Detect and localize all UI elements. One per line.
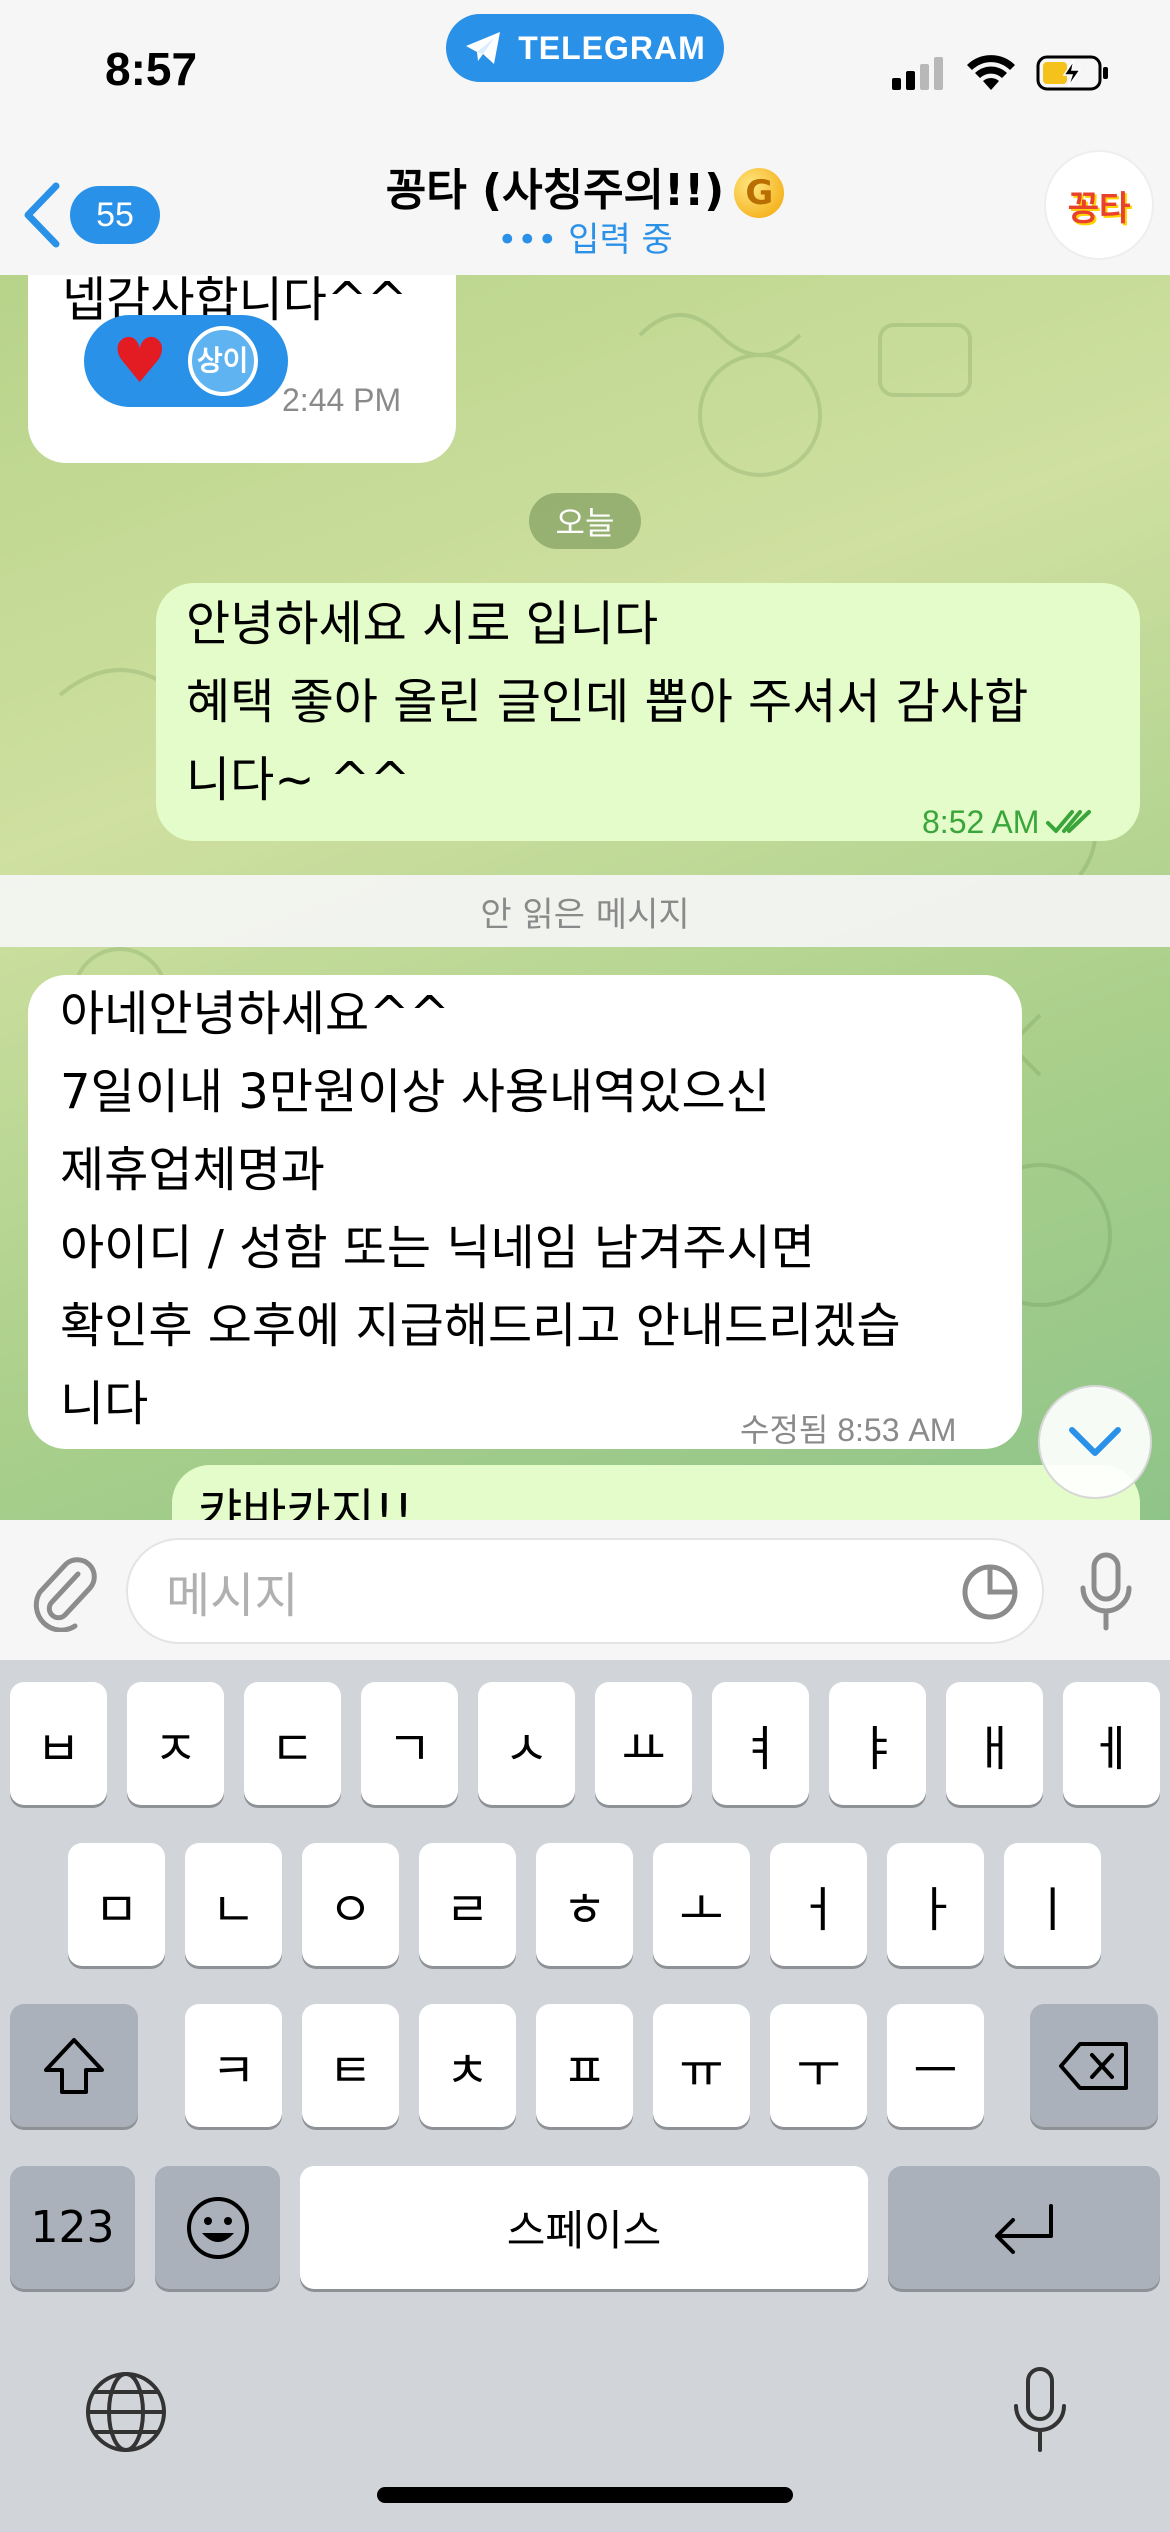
telegram-pill-label: TELEGRAM [518,29,706,66]
chat-area[interactable]: 넵감사합니다^^ ♥ 상이 2:44 PM 오늘 안녕하세요 시로 입니다 혜택… [0,275,1170,1520]
reactor-avatar: 상이 [187,326,258,396]
key[interactable]: ㅛ [595,1682,692,1805]
key[interactable]: ㄹ [419,1843,516,1966]
backspace-key[interactable] [1030,2004,1158,2127]
message-line: 니다~ ^^ [186,752,411,808]
key[interactable]: ㅓ [770,1843,867,1966]
key[interactable]: ㅕ [712,1682,809,1805]
message-line: 7일이내 3만원이상 사용내역있으신 [60,1064,770,1120]
message-time-text: 8:52 AM [922,804,1040,840]
key[interactable]: ㅣ [1004,1843,1101,1966]
message-text: 캬바카지!! [198,1484,414,1520]
unread-messages-divider: 안 읽은 메시지 [0,875,1170,947]
message-line: 혜택 좋아 올린 글인데 뽑아 주셔서 감사합 [186,674,1029,730]
key[interactable]: ㅜ [770,2004,867,2127]
key[interactable]: ㅂ [10,1682,107,1805]
return-key[interactable] [888,2166,1160,2289]
shift-key[interactable] [10,2004,138,2127]
message-time: 8:52 AM [922,783,1093,861]
cellular-signal-icon [892,57,943,90]
incoming-message-bubble[interactable]: 넵감사합니다^^ ♥ 상이 2:44 PM [28,275,456,463]
incoming-message-bubble[interactable]: 아네안녕하세요^^ 7일이내 3만원이상 사용내역있으신 제휴업체명과 아이디 … [28,975,1022,1449]
emoji-smiley-icon [186,2196,249,2259]
chat-header: 55 꽁타 (사칭주의!!) G ••• 입력 중 꽁타 [0,140,1170,275]
key[interactable]: ㅑ [829,1682,926,1805]
gold-g-badge-icon: G [734,168,785,218]
chevron-down-icon [1069,1427,1121,1456]
shift-arrow-icon [44,2037,104,2094]
message-line: 아네안녕하세요^^ [60,986,450,1042]
key[interactable]: ㅅ [478,1682,575,1805]
battery-charging-icon [1036,55,1108,91]
scroll-to-bottom-button[interactable] [1038,1385,1152,1499]
numbers-key[interactable]: 123 [10,2166,135,2289]
key[interactable]: ㅏ [887,1843,984,1966]
home-indicator[interactable] [377,2487,793,2503]
microphone-icon[interactable] [1078,1552,1134,1632]
key[interactable]: ㅔ [1063,1682,1160,1805]
key[interactable]: ㄴ [185,1843,282,1966]
key[interactable]: ㅡ [887,2004,984,2127]
wifi-icon [967,55,1015,90]
telegram-pill[interactable]: TELEGRAM [446,14,724,82]
key[interactable]: ㅌ [302,2004,399,2127]
key[interactable]: ㅐ [946,1682,1043,1805]
key[interactable]: ㄱ [361,1682,458,1805]
dictation-microphone-icon[interactable] [1010,2366,1070,2454]
chat-title-text: 꽁타 (사칭주의!!) [385,165,725,216]
chat-avatar[interactable]: 꽁타 [1044,150,1154,260]
message-time: 2:44 PM [282,382,402,418]
status-bar: 8:57 TELEGRAM [0,0,1170,140]
telegram-plane-icon [466,32,501,64]
key[interactable]: ㄷ [244,1682,341,1805]
globe-icon[interactable] [84,2370,168,2454]
avatar-logo-text: 꽁타 [1067,188,1131,229]
message-line: 니다 [60,1376,149,1432]
key[interactable]: ㅁ [68,1843,165,1966]
double-check-icon [1046,810,1092,833]
sticker-icon[interactable] [960,1562,1020,1622]
outgoing-message-bubble[interactable]: 안녕하세요 시로 입니다 혜택 좋아 올린 글인데 뽑아 주셔서 감사합 니다~… [156,583,1140,841]
backspace-icon [1059,2041,1128,2090]
attach-paperclip-icon[interactable] [28,1552,100,1632]
return-arrow-icon [995,2203,1053,2254]
key[interactable]: ㅇ [302,1843,399,1966]
key[interactable]: ㅋ [185,2004,282,2127]
message-line: 아이디 / 성함 또는 닉네임 남겨주시면 [60,1220,815,1276]
key[interactable]: ㅊ [419,2004,516,2127]
chat-title[interactable]: 꽁타 (사칭주의!!) G [0,154,1170,218]
status-time: 8:57 [105,43,198,95]
key[interactable]: ㅎ [536,1843,633,1966]
space-key[interactable]: 스페이스 [300,2166,868,2289]
message-composer: 메시지 [0,1520,1170,1660]
message-input-placeholder: 메시지 [166,1568,299,1624]
message-input[interactable]: 메시지 [126,1538,1044,1644]
reaction-chip[interactable]: ♥ 상이 [84,315,288,407]
key[interactable]: ㅈ [127,1682,224,1805]
message-line: 제휴업체명과 [60,1142,325,1198]
key[interactable]: ㅗ [653,1843,750,1966]
message-time: 수정됨 8:53 AM [740,1412,957,1448]
message-line: 안녕하세요 시로 입니다 [186,596,659,652]
message-line: 확인후 오후에 지급해드리고 안내드리겠습 [60,1298,901,1354]
typing-indicator: ••• 입력 중 [497,220,673,260]
key[interactable]: ㅠ [653,2004,750,2127]
emoji-key[interactable] [155,2166,280,2289]
heart-reaction-icon: ♥ [112,324,168,397]
key[interactable]: ㅍ [536,2004,633,2127]
korean-keyboard: ㅂ ㅈ ㄷ ㄱ ㅅ ㅛ ㅕ ㅑ ㅐ ㅔ ㅁ ㄴ ㅇ ㄹ ㅎ ㅗ ㅓ ㅏ ㅣ ㅋ … [0,1660,1170,2532]
outgoing-message-bubble-partial[interactable]: 캬바카지!! [172,1465,1140,1520]
date-divider: 오늘 [529,493,641,549]
status-icons [890,54,1110,92]
